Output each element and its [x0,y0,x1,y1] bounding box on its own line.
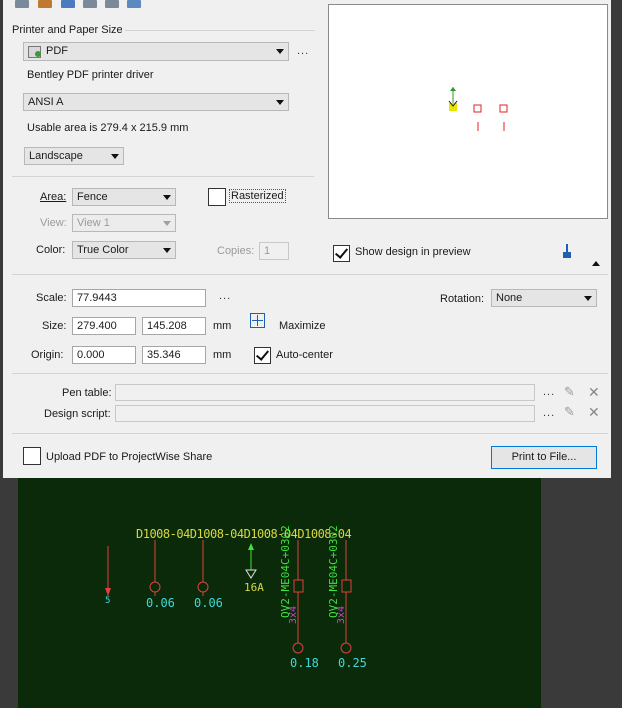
show-design-label[interactable]: Show design in preview [355,246,471,258]
upload-checkbox[interactable] [23,447,41,465]
design-script-label: Design script: [44,408,111,420]
view-dropdown[interactable]: View 1 [72,214,176,232]
chevron-down-icon [163,221,171,226]
design-script-field[interactable] [115,405,535,422]
pen-table-label: Pen table: [62,387,112,399]
cad-value-3: 16A [244,581,264,594]
origin-y-field[interactable]: 35.346 [142,346,206,364]
pen-table-field[interactable] [115,384,535,401]
color-dropdown[interactable]: True Color [72,241,176,259]
copies-field[interactable]: 1 [259,242,289,260]
scale-label: Scale: [36,292,67,304]
chevron-down-icon [276,100,284,105]
cad-sub-label-2: 3x4 [336,605,347,624]
section-divider [12,274,608,275]
cad-value-5: 0.25 [338,656,367,670]
driver-text: Bentley PDF printer driver [27,69,154,81]
cad-sub-label-1: 3x4 [288,605,299,624]
area-label: Area: [40,191,67,203]
pen-table-browse-button[interactable]: ... [543,386,555,398]
preview-drawing [448,87,508,131]
size-label: Size: [42,320,67,332]
rotation-label: Rotation: [440,293,485,305]
maximize-label[interactable]: Maximize [279,320,325,332]
group-divider [125,30,315,31]
batch-print-icon[interactable] [127,0,141,8]
chevron-down-icon [584,296,592,301]
usable-area-text: Usable area is 279.4 x 215.9 mm [27,122,189,134]
pencil-icon[interactable]: ✎ [564,385,575,399]
printer-more-button[interactable]: ... [297,45,309,57]
origin-x-field[interactable]: 0.000 [72,346,136,364]
paper-size-dropdown[interactable]: ANSI A [23,93,289,111]
rasterized-checkbox[interactable] [208,188,226,206]
printer-setup-icon[interactable] [38,0,52,8]
cad-small-label: 5 [105,596,111,606]
autocenter-label[interactable]: Auto-center [276,349,333,361]
size-y-field[interactable]: 145.208 [142,317,206,335]
cad-value-4: 0.18 [290,656,319,670]
brush-icon[interactable] [563,244,571,258]
section-divider [12,433,608,434]
orientation-value: Landscape [29,150,83,162]
origin-unit: mm [213,349,232,361]
area-dropdown[interactable]: Fence [72,188,176,206]
print-icon[interactable] [15,0,29,8]
rasterized-label[interactable]: Rasterized [229,189,286,203]
view-value: View 1 [77,217,110,229]
cad-top-labels: D1008-04D1008-04D1008-04D1008-04 [136,527,352,541]
preview-icon[interactable] [105,0,119,8]
design-script-browse-button[interactable]: ... [543,407,555,419]
print-preview [328,4,608,219]
chevron-down-icon [276,49,284,54]
cad-value-2: 0.06 [194,596,223,610]
size-x-field[interactable]: 279.400 [72,317,136,335]
print-to-file-button[interactable]: Print to File... [491,446,597,469]
scale-more-button[interactable]: ... [219,290,231,302]
area-value: Fence [77,191,108,203]
scale-field[interactable]: 77.9443 [72,289,206,307]
close-icon[interactable]: ✕ [588,385,600,399]
section-divider [12,373,608,374]
origin-label: Origin: [31,349,64,361]
maximize-icon[interactable] [250,313,265,328]
upload-label[interactable]: Upload PDF to ProjectWise Share [46,451,212,463]
print-dialog: Printer and Paper Size PDF ... Bentley P… [3,0,611,478]
printer-dropdown[interactable]: PDF [23,42,289,61]
pencil-icon[interactable]: ✎ [564,405,575,419]
chevron-down-icon [163,248,171,253]
orientation-dropdown[interactable]: Landscape [24,147,124,165]
color-value: True Color [77,244,129,256]
collapse-up-icon[interactable] [592,261,600,266]
printer-icon [28,46,41,58]
size-unit: mm [213,320,232,332]
rotation-value: None [496,292,523,304]
view-label: View: [40,217,67,229]
copies-label: Copies: [217,245,255,257]
rotation-dropdown[interactable]: None [491,289,597,307]
printer-group-label: Printer and Paper Size [12,24,123,36]
section-divider [12,176,314,177]
cad-vertical-label-2: QV2-ME04C+0302 [327,525,340,618]
close-icon[interactable]: ✕ [588,405,600,419]
color-label: Color: [36,244,66,256]
paper-size-value: ANSI A [28,96,64,108]
cad-vertical-label-1: QV2-ME04C+0302 [279,525,292,618]
chevron-down-icon [111,154,119,159]
cad-value-1: 0.06 [146,596,175,610]
properties-icon[interactable] [83,0,97,8]
show-design-checkbox[interactable] [333,245,350,262]
chevron-down-icon [163,195,171,200]
autocenter-checkbox[interactable] [254,347,271,364]
cad-view[interactable]: D1008-04D1008-04D1008-04D1008-04 QV2-ME0… [18,478,541,708]
printer-value: PDF [46,45,68,57]
page-setup-icon[interactable] [61,0,75,8]
